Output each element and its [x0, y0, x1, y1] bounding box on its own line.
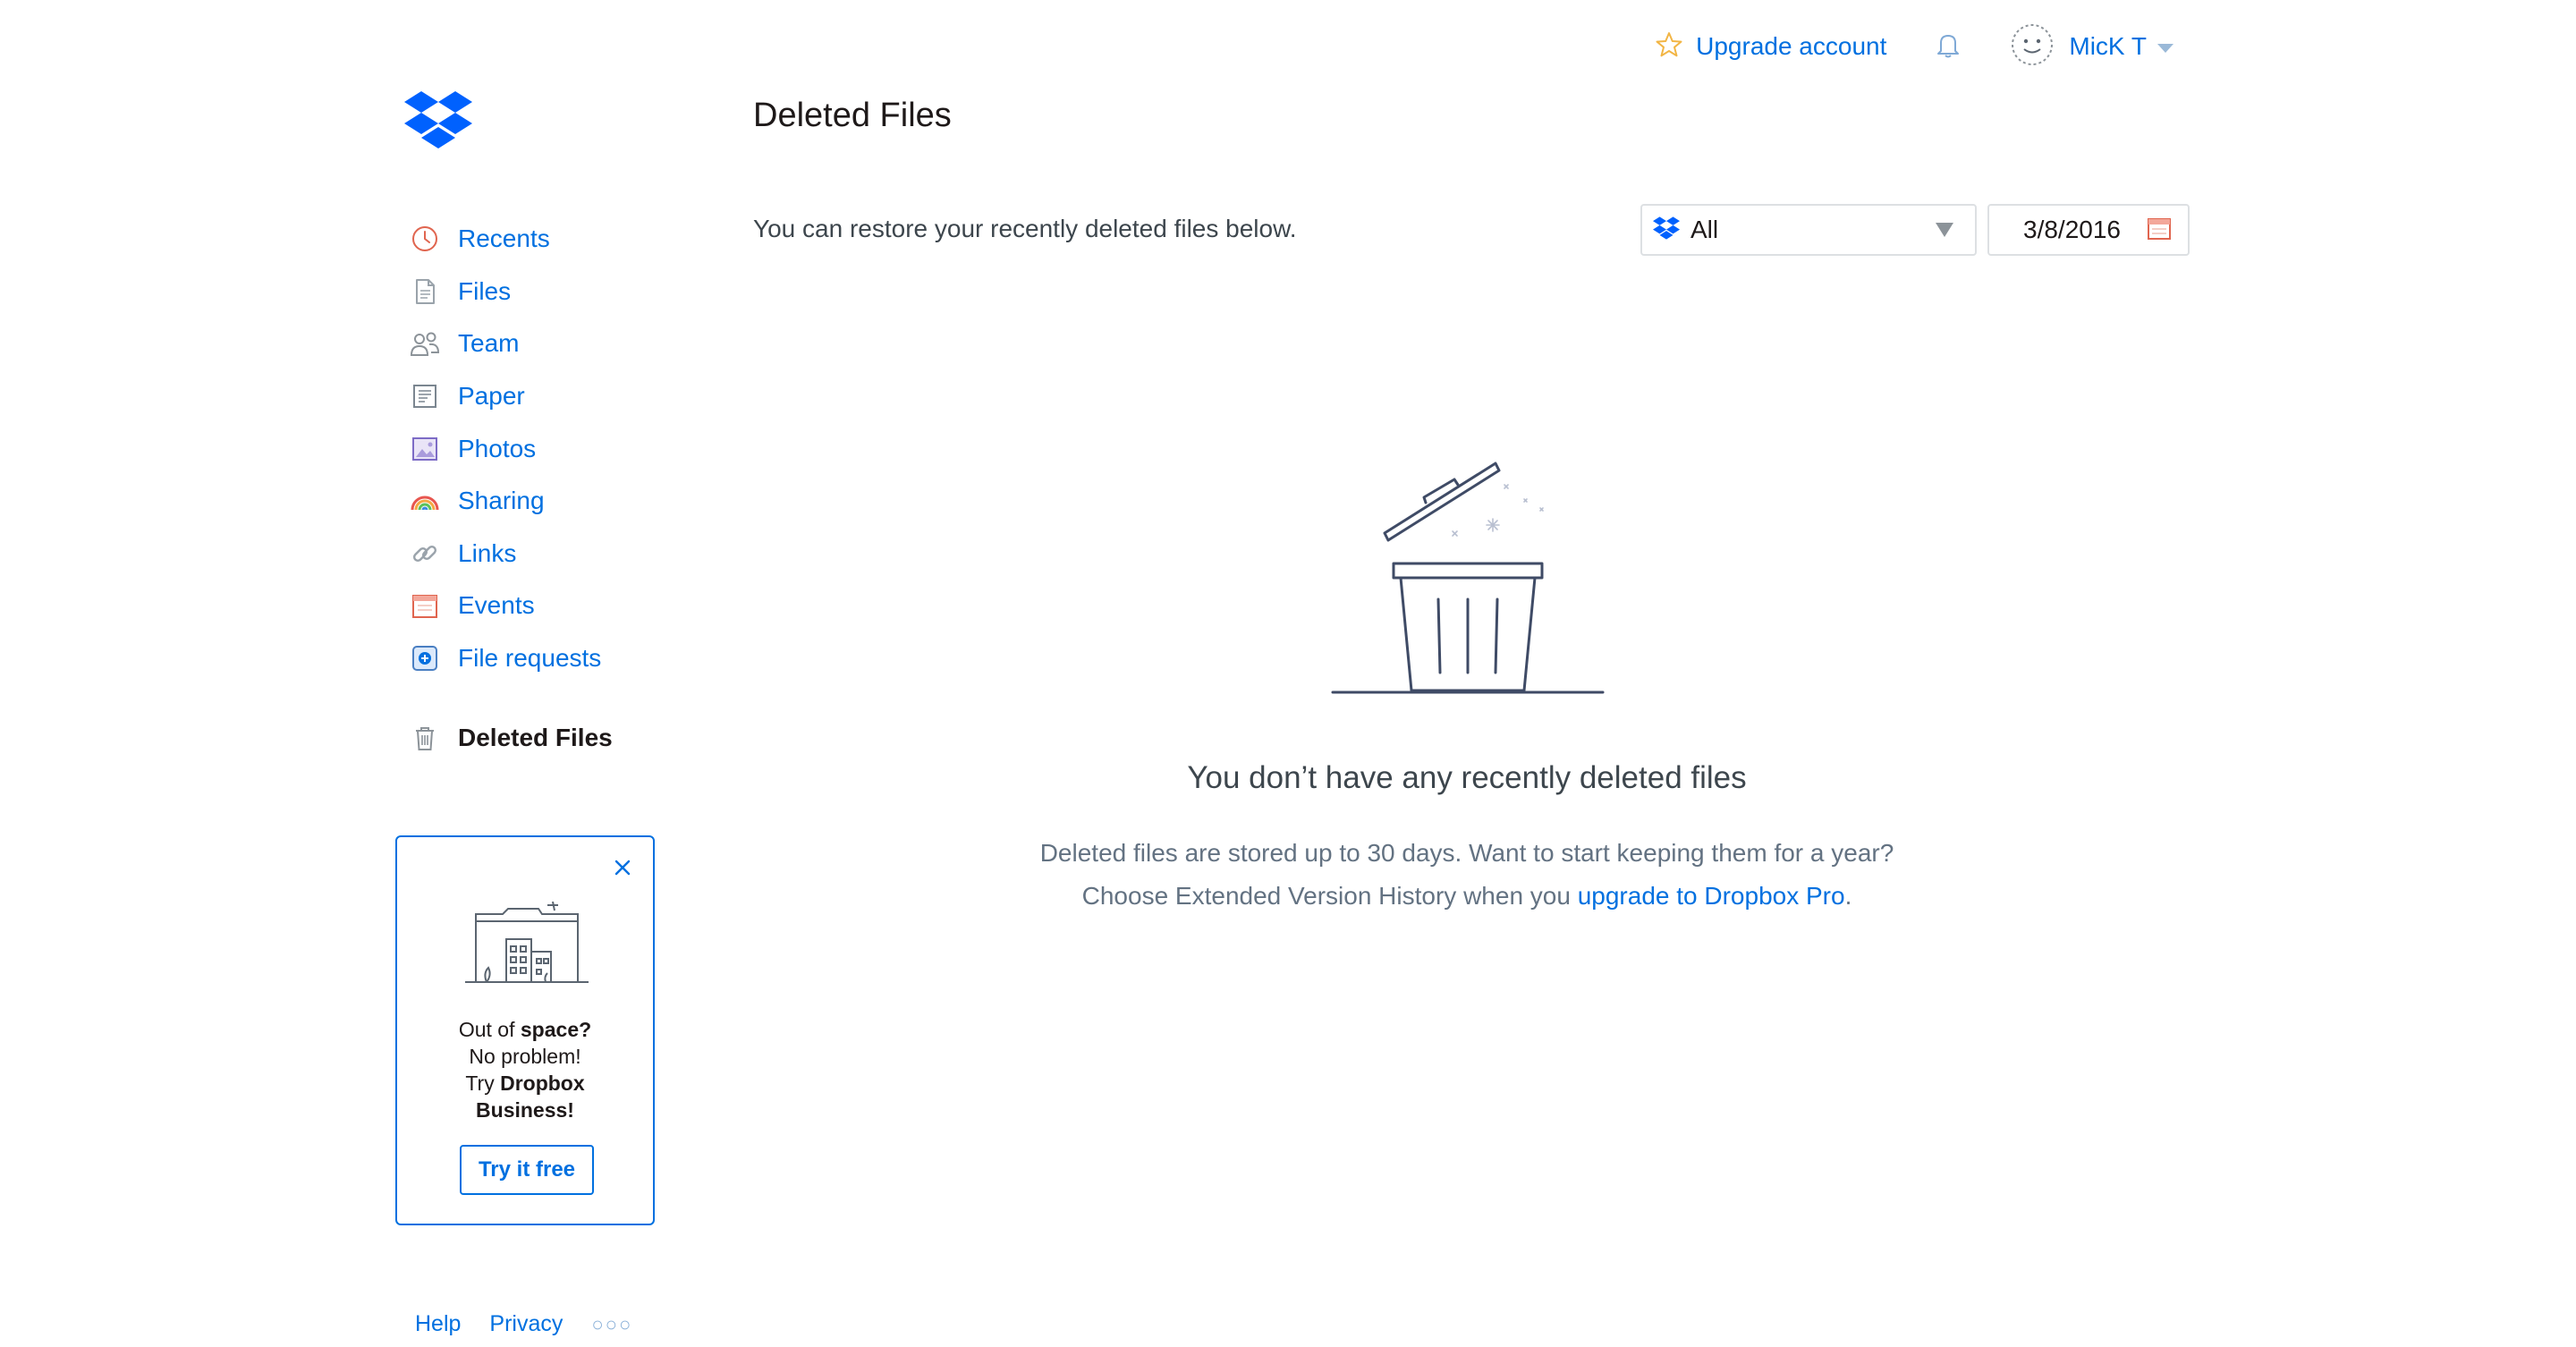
privacy-link[interactable]: Privacy [489, 1311, 563, 1337]
sidebar-item-links[interactable]: Links [410, 528, 678, 580]
promo-text-line: No problem! [469, 1045, 581, 1068]
empty-state-line: Deleted files are stored up to 30 days. … [1039, 839, 1894, 867]
sidebar-item-deleted-files[interactable]: Deleted Files [410, 712, 613, 764]
sidebar-item-label: File requests [458, 644, 602, 673]
sidebar-item-label: Team [458, 329, 520, 358]
promo-text-part: Try [465, 1072, 501, 1095]
promo-text-bold: Business! [476, 1098, 574, 1122]
account-menu-button[interactable]: MicK T [2010, 22, 2174, 72]
upgrade-account-link[interactable]: Upgrade account [1655, 30, 1886, 64]
chevron-down-icon [1936, 223, 1953, 237]
empty-state-text: Choose Extended Version History when you [1081, 882, 1578, 910]
folder-filter-value: All [1690, 216, 1719, 243]
promo-text-part: Out of [458, 1018, 521, 1041]
paper-icon [410, 381, 440, 411]
calendar-icon[interactable] [2147, 216, 2172, 245]
dropbox-logo[interactable] [404, 89, 472, 150]
file-request-icon [410, 643, 440, 674]
notifications-button[interactable] [1933, 30, 1963, 64]
page-title: Deleted Files [753, 97, 952, 134]
folder-filter-select[interactable]: All [1640, 204, 1977, 256]
avatar [2010, 22, 2055, 72]
sidebar-item-label: Events [458, 591, 535, 620]
date-picker[interactable]: 3/8/2016 [1987, 204, 2190, 256]
sidebar-item-paper[interactable]: Paper [410, 370, 678, 423]
try-it-free-button[interactable]: Try it free [460, 1145, 594, 1195]
trash-icon [410, 723, 440, 753]
sharing-icon [410, 486, 440, 516]
empty-state-title: You don’t have any recently deleted file… [1187, 760, 1747, 795]
empty-state-line: Choose Extended Version History when you… [0, 875, 2576, 918]
file-icon [410, 276, 440, 307]
promo-text-bold: Dropbox [500, 1072, 585, 1095]
sidebar-item-photos[interactable]: Photos [410, 422, 678, 475]
chevron-down-icon [2157, 44, 2174, 53]
clock-icon [410, 224, 440, 254]
sidebar-item-team[interactable]: Team [410, 318, 678, 370]
upgrade-account-label: Upgrade account [1696, 32, 1887, 60]
sidebar-item-label: Sharing [458, 487, 545, 515]
sidebar-item-label: Photos [458, 434, 537, 462]
dropbox-icon [1653, 216, 1680, 245]
sidebar-item-file-requests[interactable]: File requests [410, 632, 678, 685]
photos-icon [410, 434, 440, 464]
team-icon [410, 328, 440, 359]
promo-message: Out of space? No problem! Try Dropbox Bu… [397, 1016, 653, 1123]
footer: Help Privacy ○○○ [415, 1311, 632, 1337]
sidebar-nav: Recents Files Team Paper Photos Sharing [410, 213, 678, 684]
bell-icon [1933, 30, 1963, 64]
date-value: 3/8/2016 [2023, 216, 2121, 243]
sidebar-item-label: Deleted Files [458, 724, 613, 751]
sidebar-item-recents[interactable]: Recents [410, 213, 678, 266]
promo-text-bold: space? [520, 1018, 592, 1041]
sidebar-item-events[interactable]: Events [410, 580, 678, 632]
empty-trash-illustration [1329, 444, 1606, 696]
sidebar-item-label: Paper [458, 382, 525, 411]
calendar-icon [410, 590, 440, 621]
empty-state-text: . [1844, 882, 1852, 910]
page-subtitle: You can restore your recently deleted fi… [753, 215, 1297, 242]
star-icon [1655, 30, 1683, 64]
sidebar-item-sharing[interactable]: Sharing [410, 475, 678, 528]
sidebar-item-files[interactable]: Files [410, 266, 678, 318]
empty-state-description: Deleted files are stored up to 30 days. … [0, 832, 2576, 918]
top-bar: Upgrade account MicK T [1608, 21, 2174, 72]
sidebar-item-label: Links [458, 538, 517, 567]
link-icon [410, 538, 440, 569]
more-options-icon[interactable]: ○○○ [591, 1313, 632, 1336]
user-name: MicK T [2069, 32, 2147, 60]
help-link[interactable]: Help [415, 1311, 461, 1337]
sidebar-item-label: Recents [458, 224, 550, 253]
upgrade-to-pro-link[interactable]: upgrade to Dropbox Pro [1578, 882, 1845, 910]
sidebar-item-label: Files [458, 276, 512, 305]
